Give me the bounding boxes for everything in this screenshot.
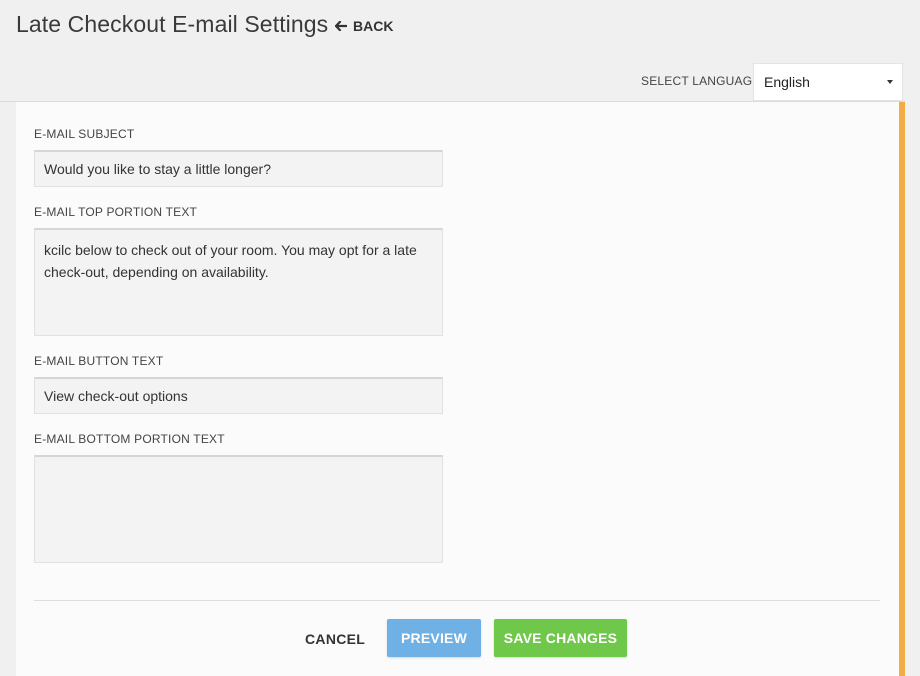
cancel-button[interactable]: CANCEL xyxy=(305,631,365,647)
settings-panel: E-MAIL SUBJECT Would you like to stay a … xyxy=(16,102,899,676)
back-label: BACK xyxy=(353,18,394,34)
bottom-text-area[interactable] xyxy=(34,455,443,563)
button-text-label: E-MAIL BUTTON TEXT xyxy=(34,354,164,368)
save-changes-button[interactable]: SAVE CHANGES xyxy=(494,619,627,657)
back-button[interactable]: BACK xyxy=(335,18,393,34)
top-text-area[interactable]: kcilc below to check out of your room. Y… xyxy=(34,228,443,336)
header: Late Checkout E-mail Settings BACK xyxy=(0,0,920,52)
language-label: SELECT LANGUAGE xyxy=(641,74,761,88)
bottom-text-label: E-MAIL BOTTOM PORTION TEXT xyxy=(34,432,225,446)
language-select[interactable]: English xyxy=(753,63,903,101)
divider xyxy=(34,600,880,601)
accent-bar xyxy=(899,102,905,676)
subject-input[interactable]: Would you like to stay a little longer? xyxy=(34,150,443,187)
page: Late Checkout E-mail Settings BACK SELEC… xyxy=(0,0,920,676)
language-bar: SELECT LANGUAGE English xyxy=(0,60,905,102)
caret-down-icon xyxy=(887,80,893,84)
preview-button[interactable]: PREVIEW xyxy=(387,619,481,657)
subject-label: E-MAIL SUBJECT xyxy=(34,127,135,141)
arrow-left-icon xyxy=(335,21,347,31)
language-selected-value: English xyxy=(764,74,810,90)
button-text-input[interactable]: View check-out options xyxy=(34,377,443,414)
page-title: Late Checkout E-mail Settings xyxy=(16,11,329,37)
top-text-label: E-MAIL TOP PORTION TEXT xyxy=(34,205,198,219)
